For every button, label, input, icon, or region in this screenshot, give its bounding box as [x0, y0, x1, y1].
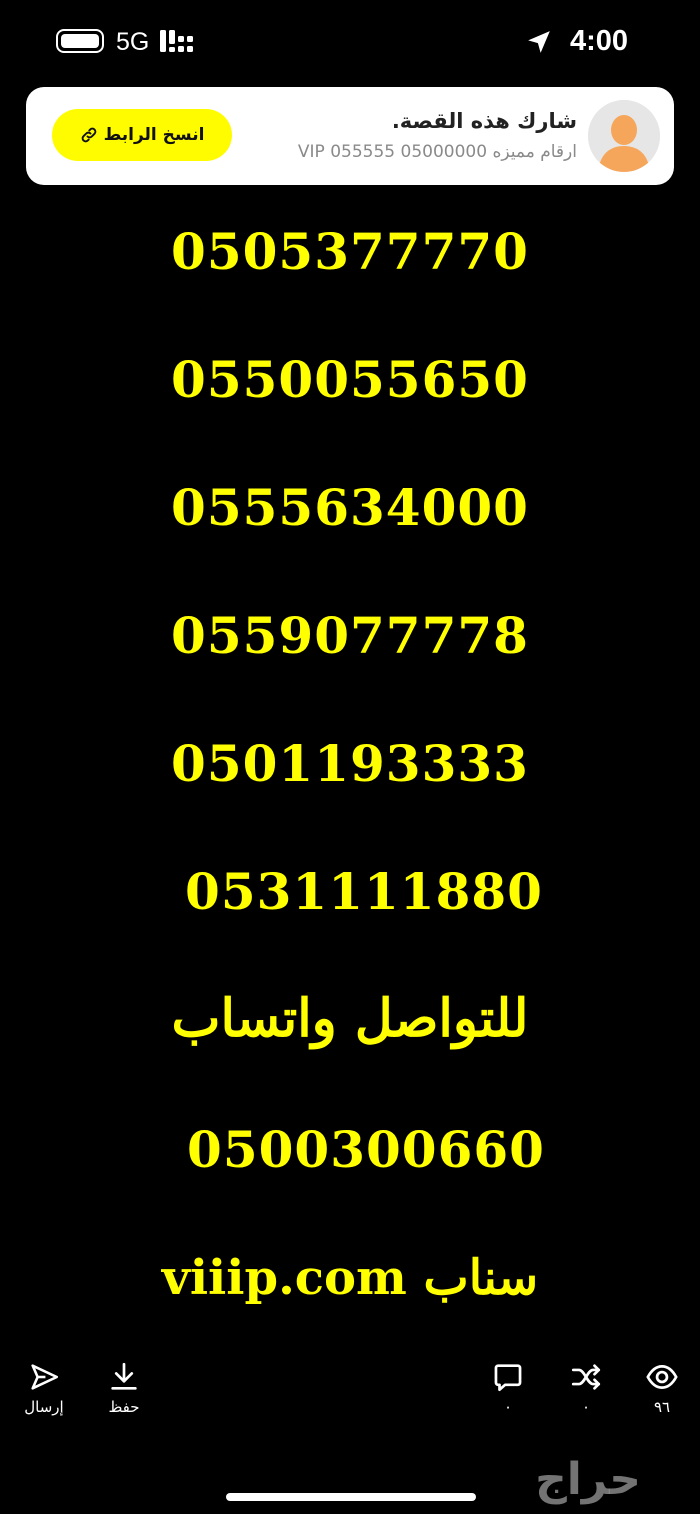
story-number-5: 0501193333: [171, 734, 529, 793]
share-title: شارك هذه القصة.: [391, 109, 577, 133]
views-count: ٩٦: [653, 1398, 671, 1416]
contact-number: 0500300660: [187, 1120, 545, 1179]
story-number-4: 0559077778: [171, 606, 529, 665]
story-number-1: 0505377770: [171, 222, 529, 281]
share-story-card: شارك هذه القصة. ارقام مميزه 05000000 055…: [26, 87, 674, 185]
copy-link-label: انسخ الرابط: [103, 125, 205, 145]
save-button[interactable]: حفظ: [96, 1360, 152, 1416]
haraj-watermark-logo: حراج: [535, 1454, 641, 1505]
save-label: حفظ: [108, 1398, 140, 1416]
comments-button[interactable]: ٠: [480, 1360, 536, 1416]
story-number-6: 0531111880: [185, 862, 543, 921]
story-number-2: 0550055650: [171, 350, 529, 409]
views-button[interactable]: ٩٦: [634, 1360, 690, 1416]
story-subtitle: ارقام مميزه 05000000 055555 VIP: [297, 142, 577, 162]
location-arrow-icon: [528, 31, 550, 53]
shares-count: ٠: [581, 1398, 591, 1416]
avatar[interactable]: [588, 100, 660, 172]
eye-icon: [646, 1365, 678, 1389]
download-icon: [111, 1362, 137, 1390]
send-icon: [31, 1364, 59, 1390]
contact-whatsapp-text: للتواصل واتساب: [171, 988, 529, 1049]
send-button[interactable]: إرسال: [16, 1360, 72, 1416]
battery-icon: [56, 29, 104, 53]
signal-icon: [160, 28, 200, 54]
person-icon: [588, 100, 660, 172]
watermark-text: حراج: [535, 1454, 641, 1505]
send-label: إرسال: [24, 1398, 64, 1416]
copy-link-button[interactable]: انسخ الرابط: [52, 109, 232, 161]
story-number-3: 0555634000: [171, 478, 529, 537]
link-icon: [81, 127, 96, 143]
status-bar: 5G 4:00: [0, 0, 700, 84]
comment-icon: [494, 1364, 522, 1392]
snap-text: سناب viiip.com: [161, 1250, 539, 1306]
shares-button[interactable]: ٠: [558, 1360, 614, 1416]
clock: 4:00: [569, 25, 628, 57]
network-type: 5G: [116, 28, 150, 56]
home-indicator[interactable]: [226, 1493, 476, 1501]
shuffle-share-icon: [571, 1364, 601, 1390]
comments-count: ٠: [503, 1398, 513, 1416]
story-screen: 5G 4:00 شارك هذه القصة. ارقام مميزه 0500…: [0, 0, 700, 1514]
